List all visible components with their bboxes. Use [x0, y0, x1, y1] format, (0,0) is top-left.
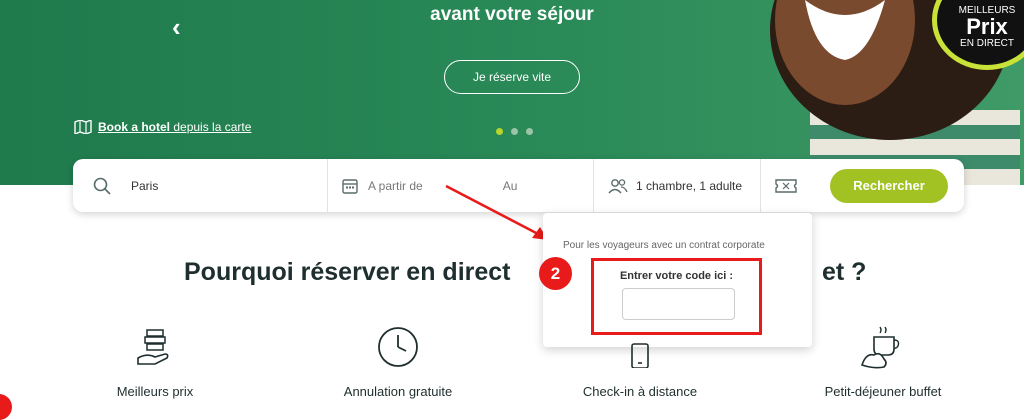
- annotation-step-badge-partial: [0, 394, 12, 420]
- search-submit-button[interactable]: Rechercher: [830, 168, 948, 203]
- hero-banner: avant votre séjour ‹ › Je réserve vite B…: [0, 0, 1024, 185]
- coffee-croissant-icon: [793, 322, 973, 372]
- corporate-description: Pour les voyageurs avec un contrat corpo…: [563, 240, 765, 251]
- feature-label: Annulation gratuite: [343, 384, 453, 399]
- users-icon: [608, 178, 628, 194]
- guests-field[interactable]: 1 chambre, 1 adulte: [594, 159, 761, 212]
- badge-bottom-text: EN DIRECT: [960, 38, 1014, 49]
- corporate-code-field[interactable]: Rechercher: [761, 159, 964, 212]
- feature-best-price: Meilleurs prix: [65, 322, 245, 399]
- feature-breakfast: Petit-déjeuner buffet: [793, 322, 973, 399]
- chevron-left-icon: ‹: [172, 12, 181, 42]
- quick-book-button[interactable]: Je réserve vite: [444, 60, 580, 94]
- search-icon: [93, 177, 111, 195]
- map-link-rest: depuis la carte: [170, 120, 252, 134]
- annotation-arrow: [445, 184, 548, 240]
- carousel-dot[interactable]: [511, 128, 518, 135]
- date-from-input[interactable]: A partir de: [368, 179, 423, 193]
- carousel-prev-button[interactable]: ‹: [172, 14, 181, 40]
- guests-value: 1 chambre, 1 adulte: [636, 178, 743, 193]
- hero-title: avant votre séjour: [430, 4, 594, 25]
- badge-main-text: Prix: [966, 14, 1008, 39]
- chevron-right-icon: ›: [852, 12, 861, 42]
- money-hand-icon: [65, 322, 245, 372]
- carousel-dots: [496, 128, 533, 135]
- destination-value: Paris: [131, 178, 159, 193]
- phone-icon: [550, 322, 730, 372]
- feature-label: Meilleurs prix: [116, 384, 194, 399]
- carousel-dot-active[interactable]: [496, 128, 503, 135]
- carousel-next-button[interactable]: ›: [852, 14, 861, 40]
- section-title-end: et ?: [822, 258, 867, 286]
- destination-field[interactable]: Paris: [73, 159, 328, 212]
- feature-label: Petit-déjeuner buffet: [824, 384, 942, 399]
- annotation-step-badge: 2: [539, 257, 572, 290]
- clock-icon: [308, 322, 488, 372]
- map-icon: [74, 120, 92, 134]
- feature-remote-checkin: Check-in à distance: [550, 322, 730, 399]
- map-link[interactable]: Book a hotel depuis la carte: [74, 120, 251, 134]
- feature-free-cancellation: Annulation gratuite: [308, 322, 488, 399]
- carousel-dot[interactable]: [526, 128, 533, 135]
- ticket-icon: [775, 178, 797, 194]
- corporate-code-label: Entrer votre code ici :: [619, 270, 734, 282]
- calendar-icon: [342, 178, 358, 194]
- feature-label: Check-in à distance: [582, 384, 698, 399]
- section-title: Pourquoi réserver en direct: [184, 258, 511, 286]
- map-link-bold: Book a hotel: [98, 120, 171, 134]
- corporate-code-input[interactable]: [622, 288, 735, 320]
